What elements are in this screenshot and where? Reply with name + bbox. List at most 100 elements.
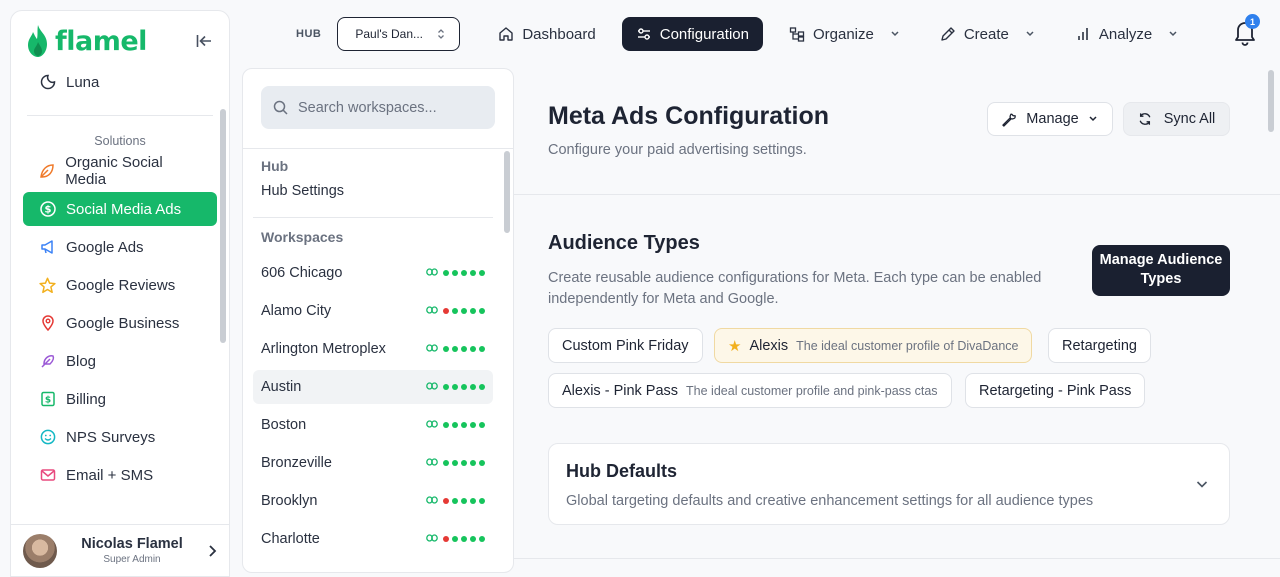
- hub-label: HUB: [296, 28, 322, 40]
- sidebar-item-email-sms[interactable]: Email + SMS: [23, 458, 217, 492]
- sidebar-item-social-ads[interactable]: $ Social Media Ads: [23, 192, 217, 226]
- star-icon: ★: [728, 337, 742, 355]
- status-dot-green: [443, 270, 449, 276]
- moon-icon: [39, 74, 56, 91]
- tab-dashboard[interactable]: Dashboard: [484, 17, 609, 51]
- manage-button[interactable]: Manage: [987, 102, 1113, 136]
- status-dot-green: [479, 384, 485, 390]
- sidebar-scrollbar[interactable]: [220, 109, 226, 343]
- sidebar-item-label: Organic Social Media: [65, 154, 163, 188]
- status-dot-green: [452, 498, 458, 504]
- status-dot-green: [479, 346, 485, 352]
- notification-count-badge: 1: [1245, 14, 1260, 29]
- hub-defaults-card[interactable]: Hub Defaults Global targeting defaults a…: [548, 443, 1230, 525]
- search-input[interactable]: Search workspaces...: [298, 100, 437, 116]
- sync-all-button[interactable]: Sync All: [1123, 102, 1230, 136]
- workspace-status: [426, 381, 485, 393]
- flame-icon: [28, 25, 47, 57]
- sidebar-item-label: Blog: [66, 352, 97, 370]
- sidebar-item-nps-surveys[interactable]: NPS Surveys: [23, 420, 217, 454]
- status-dot-green: [479, 460, 485, 466]
- workspace-row[interactable]: 606 Chicago: [253, 256, 493, 290]
- main-scrollbar[interactable]: [1268, 70, 1274, 132]
- svg-text:$: $: [44, 396, 50, 406]
- status-dot-green: [452, 460, 458, 466]
- workspaces-heading: Workspaces: [261, 229, 344, 245]
- sidebar-item-label: NPS Surveys: [66, 428, 156, 446]
- status-dot-green: [479, 536, 485, 542]
- status-dot-green: [452, 346, 458, 352]
- status-dot-green: [443, 422, 449, 428]
- sidebar-item-billing[interactable]: $ Billing: [23, 382, 217, 416]
- tab-label: Configuration: [659, 25, 749, 43]
- workspace-status: [426, 305, 485, 317]
- workspace-row[interactable]: Bronzeville: [253, 446, 493, 480]
- audience-chip-starred[interactable]: ★ Alexis The ideal customer profile of D…: [714, 328, 1033, 363]
- svg-text:$: $: [44, 205, 51, 216]
- chip-label: Alexis - Pink Pass: [562, 382, 679, 399]
- notifications-button[interactable]: 1: [1232, 14, 1260, 46]
- audience-chip[interactable]: Custom Pink Friday: [548, 328, 703, 363]
- workspace-search[interactable]: Search workspaces...: [261, 86, 495, 129]
- leaf-icon: [39, 163, 55, 180]
- workspace-status: [426, 457, 485, 469]
- brand-logo[interactable]: flamel: [25, 24, 147, 58]
- link-icon: [426, 457, 438, 469]
- avatar: [23, 533, 57, 568]
- sidebar-item-luna[interactable]: Luna: [23, 65, 217, 99]
- status-dot-green: [452, 536, 458, 542]
- sidebar-item-google-ads[interactable]: Google Ads: [23, 230, 217, 264]
- sidebar-item-blog[interactable]: Blog: [23, 344, 217, 378]
- status-dot-green: [461, 308, 467, 314]
- sidebar-item-google-business[interactable]: Google Business: [23, 306, 217, 340]
- workspace-status: [426, 267, 485, 279]
- workspace-row[interactable]: Arlington Metroplex: [253, 332, 493, 366]
- tab-analyze[interactable]: Analyze: [1061, 17, 1192, 51]
- audience-types-title: Audience Types: [548, 232, 700, 254]
- manage-audience-types-button[interactable]: Manage Audience Types: [1092, 245, 1230, 296]
- tab-label: Analyze: [1098, 25, 1153, 43]
- hub-selector[interactable]: Paul's Dan...: [337, 17, 461, 51]
- audience-chip[interactable]: Retargeting - Pink Pass: [965, 373, 1146, 408]
- user-menu[interactable]: Nicolas Flamel Super Admin: [11, 524, 229, 576]
- sidebar-item-google-reviews[interactable]: Google Reviews: [23, 268, 217, 302]
- status-dot-green: [479, 308, 485, 314]
- workspace-name: 606 Chicago: [261, 265, 343, 281]
- tab-label: Dashboard: [522, 25, 596, 43]
- tab-label: Organize: [812, 25, 874, 43]
- page-title: Meta Ads Configuration: [548, 102, 830, 130]
- refresh-icon: [1139, 113, 1151, 125]
- workspace-row[interactable]: Alamo City: [253, 294, 493, 328]
- sidebar: flamel Luna Solutions Organic Social Med…: [10, 10, 230, 577]
- sidebar-item-organic-social[interactable]: Organic Social Media: [23, 154, 217, 188]
- collapse-sidebar-button[interactable]: [193, 30, 215, 52]
- workspace-row[interactable]: Boston: [253, 408, 493, 442]
- chevron-down-icon: [891, 31, 899, 37]
- user-info: Nicolas Flamel Super Admin: [57, 536, 207, 565]
- status-dot-green: [452, 270, 458, 276]
- collapse-left-icon: [196, 35, 211, 47]
- chip-label: Custom Pink Friday: [562, 337, 689, 354]
- workspace-scrollbar[interactable]: [504, 151, 510, 233]
- header-divider: [514, 194, 1280, 195]
- status-dot-green: [452, 384, 458, 390]
- workspace-status: [426, 495, 485, 507]
- hub-settings-link[interactable]: Hub Settings: [243, 175, 513, 207]
- bar-chart-icon: [1078, 28, 1088, 40]
- workspace-name: Austin: [261, 379, 302, 395]
- tab-organize[interactable]: Organize: [775, 17, 914, 51]
- hub-defaults-title: Hub Defaults: [566, 461, 678, 481]
- audience-chip[interactable]: Alexis - Pink Pass The ideal customer pr…: [548, 373, 952, 408]
- organize-icon: [789, 27, 805, 42]
- audience-chip[interactable]: Retargeting: [1048, 328, 1151, 363]
- tab-configuration[interactable]: Configuration: [621, 17, 763, 51]
- status-dot-green: [443, 346, 449, 352]
- status-dot-green: [479, 270, 485, 276]
- status-dot-green: [470, 346, 476, 352]
- workspace-row[interactable]: Brooklyn: [253, 484, 493, 518]
- workspace-row[interactable]: Austin: [253, 370, 493, 404]
- status-dot-green: [443, 460, 449, 466]
- tab-create[interactable]: Create: [926, 17, 1049, 51]
- tab-label: Create: [963, 25, 1009, 43]
- workspace-row[interactable]: Charlotte: [253, 522, 493, 556]
